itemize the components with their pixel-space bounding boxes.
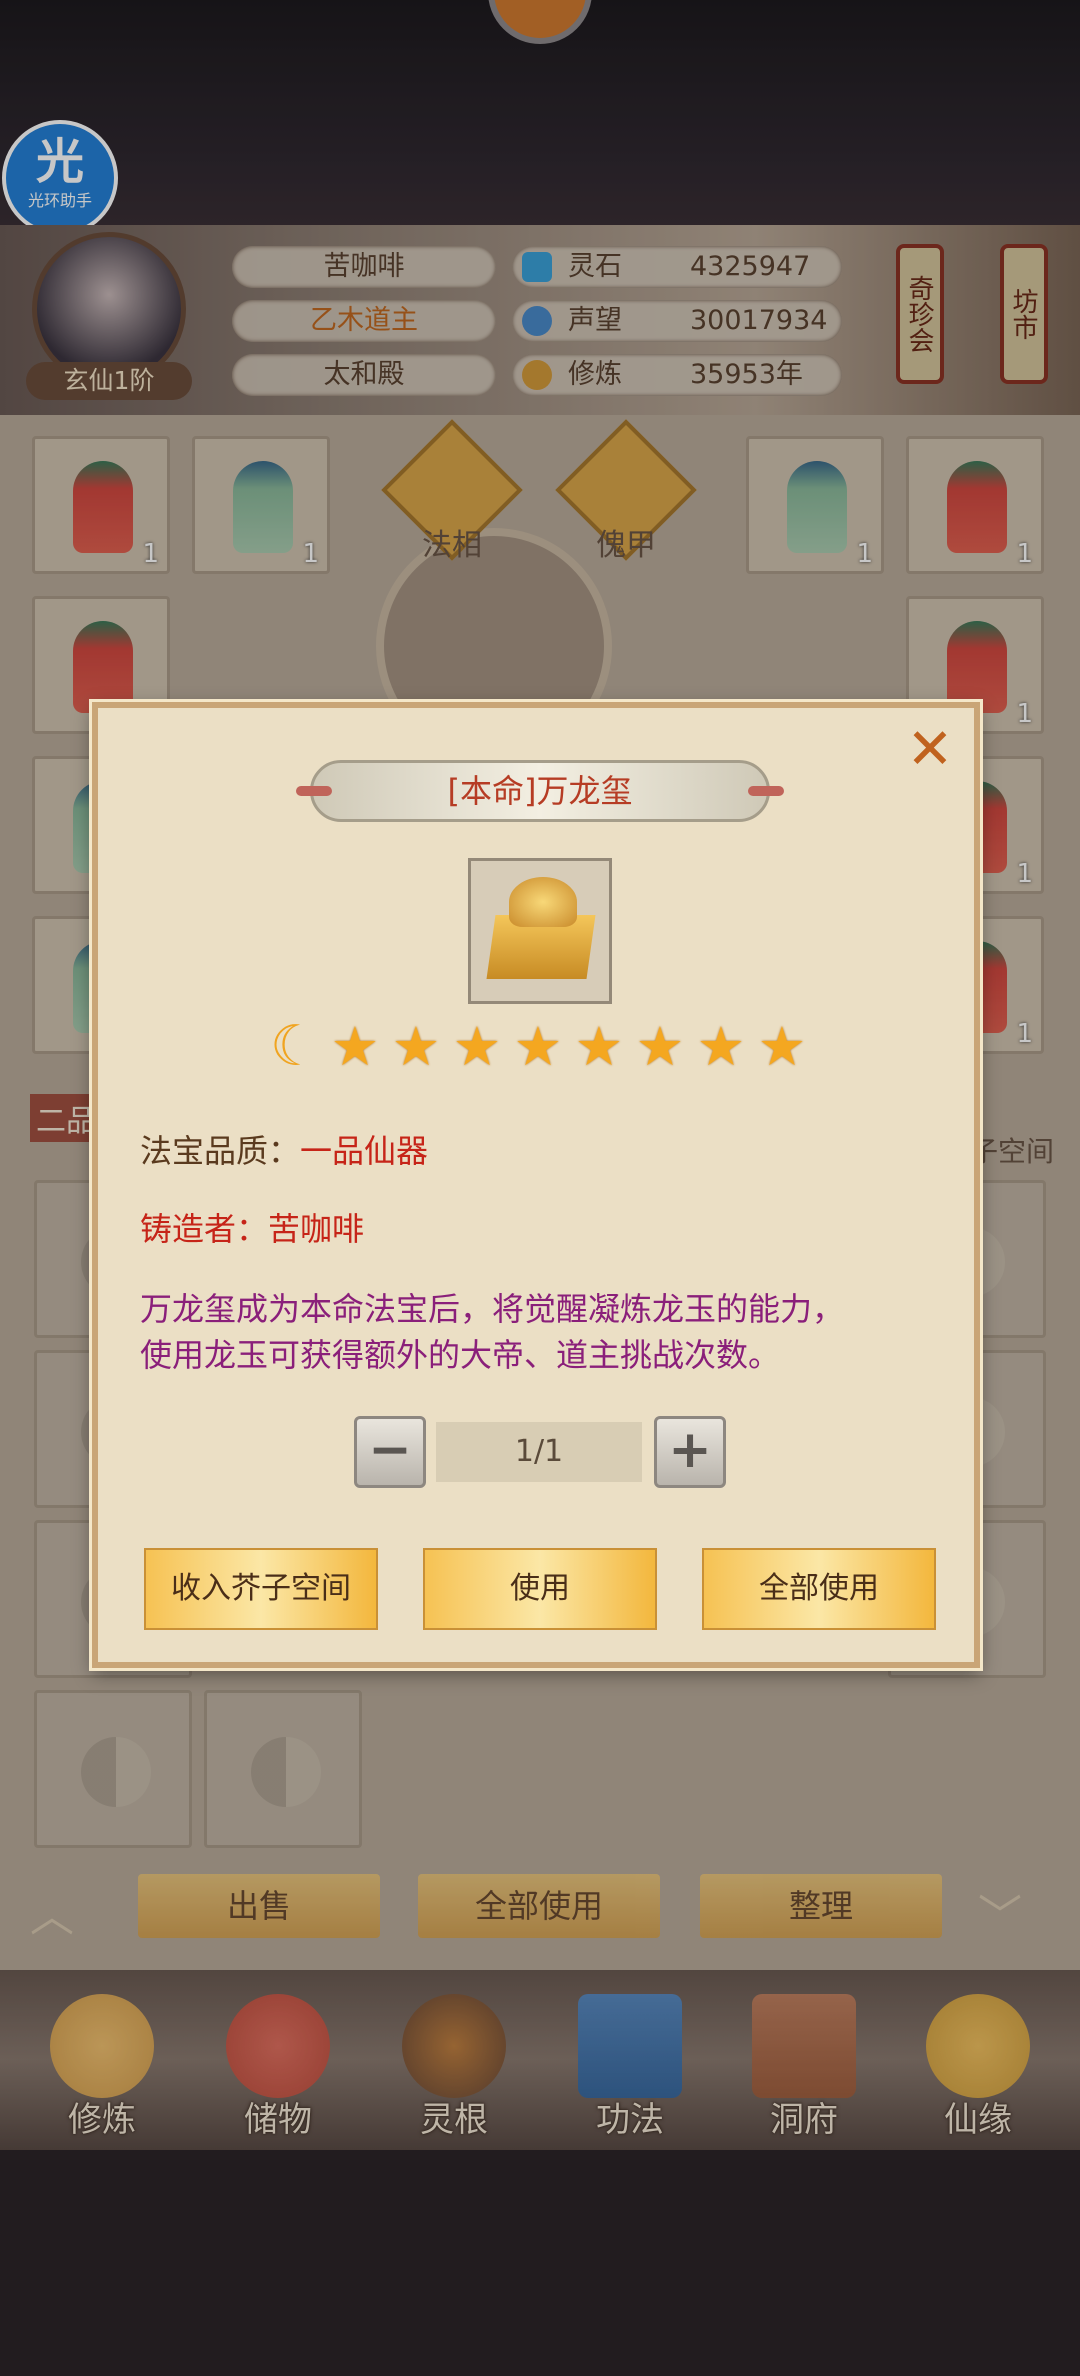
maker-line: 铸造者：苦咖啡 bbox=[140, 1204, 364, 1250]
title-scroll-end-icon bbox=[748, 786, 784, 796]
star-icon: ★ bbox=[696, 1015, 746, 1078]
item-detail-dialog bbox=[92, 702, 980, 1668]
item-title: [本命]万龙玺 bbox=[310, 760, 770, 822]
description-line-1: 万龙玺成为本命法宝后，将觉醒凝炼龙玉的能力， bbox=[140, 1290, 845, 1328]
jade-seal-icon bbox=[468, 858, 612, 1004]
description-line-2: 使用龙玉可获得额外的大帝、道主挑战次数。 bbox=[140, 1336, 781, 1374]
decrease-quantity-button[interactable]: − bbox=[354, 1416, 426, 1488]
star-icon: ★ bbox=[513, 1015, 563, 1078]
quantity-display: 1/1 bbox=[436, 1422, 642, 1482]
star-icon: ★ bbox=[330, 1015, 380, 1078]
star-icon: ★ bbox=[635, 1015, 685, 1078]
maker-value: 苦咖啡 bbox=[268, 1210, 365, 1248]
quality-line: 法宝品质：一品仙器 bbox=[140, 1126, 428, 1172]
quality-value: 一品仙器 bbox=[300, 1132, 429, 1170]
moon-icon: ☾ bbox=[269, 1014, 321, 1079]
increase-quantity-button[interactable]: + bbox=[654, 1416, 726, 1488]
maker-label: 铸造者： bbox=[140, 1210, 269, 1248]
quality-label: 法宝品质： bbox=[140, 1132, 301, 1170]
star-icon: ★ bbox=[574, 1015, 624, 1078]
close-icon[interactable]: ✕ bbox=[898, 718, 962, 782]
star-icon: ★ bbox=[757, 1015, 807, 1078]
seal-dragon bbox=[509, 877, 577, 927]
star-icon: ★ bbox=[452, 1015, 502, 1078]
use-all-button[interactable]: 全部使用 bbox=[702, 1548, 936, 1630]
star-icon: ★ bbox=[391, 1015, 441, 1078]
use-button[interactable]: 使用 bbox=[423, 1548, 657, 1630]
title-scroll-end-icon bbox=[296, 786, 332, 796]
store-to-space-button[interactable]: 收入芥子空间 bbox=[144, 1548, 378, 1630]
